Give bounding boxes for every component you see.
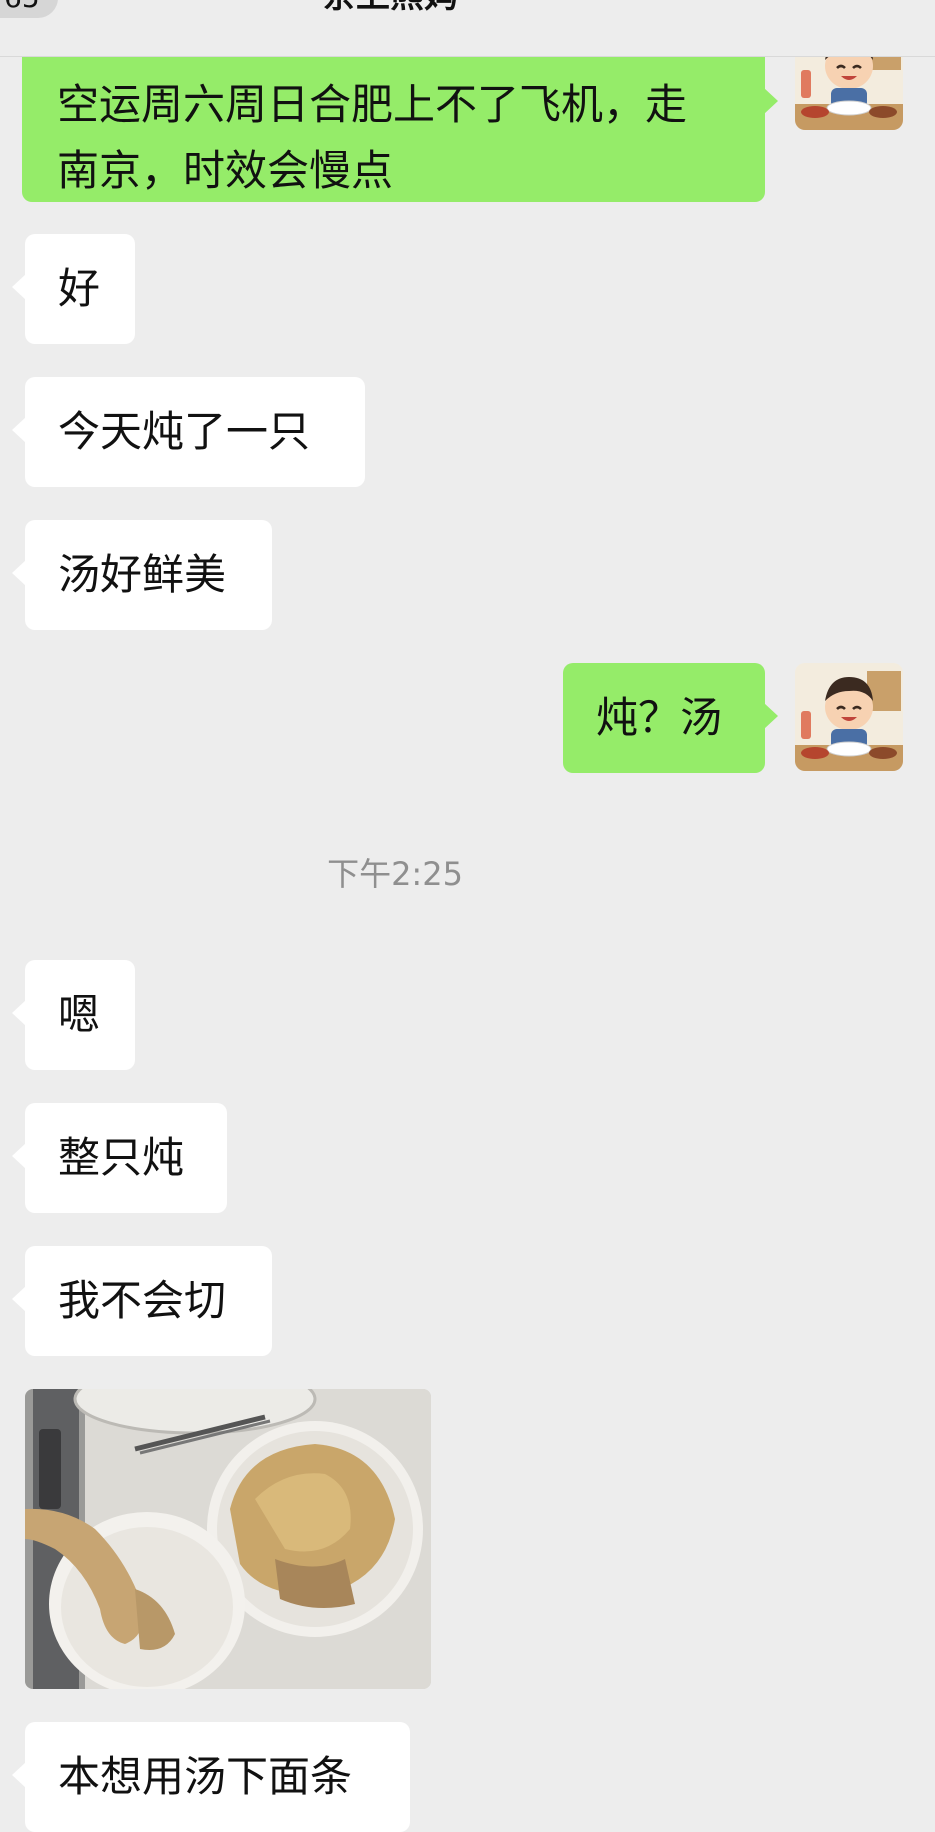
photo-of-stewed-chicken-in-bowls-icon	[25, 1389, 431, 1689]
bubble-tail	[764, 703, 778, 729]
bubble-tail	[12, 274, 26, 300]
message-bubble-received[interactable]: 整只炖	[12, 1103, 227, 1213]
bubble-tail	[12, 417, 26, 443]
message-image[interactable]	[25, 1389, 431, 1689]
message-text: 汤好鲜美	[58, 550, 227, 599]
message-bubble-received[interactable]: 好	[12, 234, 135, 344]
message-text: 本想用汤下面条	[58, 1752, 353, 1801]
message-timestamp: 下午2:25	[327, 855, 463, 893]
bubble-tail	[12, 1762, 26, 1788]
chat-title: 亲上熊妈	[0, 0, 780, 16]
message-bubble-received[interactable]: 本想用汤下面条	[12, 1722, 410, 1832]
bubble-tail	[12, 560, 26, 586]
message-bubble-received[interactable]: 嗯	[12, 960, 135, 1070]
bubble-tail	[764, 88, 778, 114]
message-text: 整只炖	[58, 1133, 185, 1182]
bubble-tail	[12, 1143, 26, 1169]
bubble-tail	[12, 1286, 26, 1312]
bubble-tail	[12, 1000, 26, 1026]
message-text: 今天炖了一只	[58, 407, 311, 456]
message-bubble-received[interactable]: 汤好鲜美	[12, 520, 272, 630]
my-avatar[interactable]	[795, 663, 903, 771]
chat-header: 65 亲上熊妈	[0, 0, 935, 57]
message-text: 嗯	[58, 990, 101, 1039]
message-text: 炖？汤	[596, 693, 723, 742]
message-bubble-received[interactable]: 我不会切	[12, 1246, 272, 1356]
cartoon-boy-eating-avatar-icon	[795, 663, 903, 771]
message-text: 好	[58, 264, 101, 313]
message-text: 空运周六周日合肥上不了飞机，走 南京，时效会慢点	[57, 80, 688, 195]
message-bubble-sent[interactable]: 空运周六周日合肥上不了飞机，走 南京，时效会慢点	[22, 38, 778, 202]
message-bubble-received[interactable]: 今天炖了一只	[12, 377, 365, 487]
message-bubble-sent[interactable]: 炖？汤	[563, 663, 778, 773]
message-text: 我不会切	[58, 1276, 227, 1325]
